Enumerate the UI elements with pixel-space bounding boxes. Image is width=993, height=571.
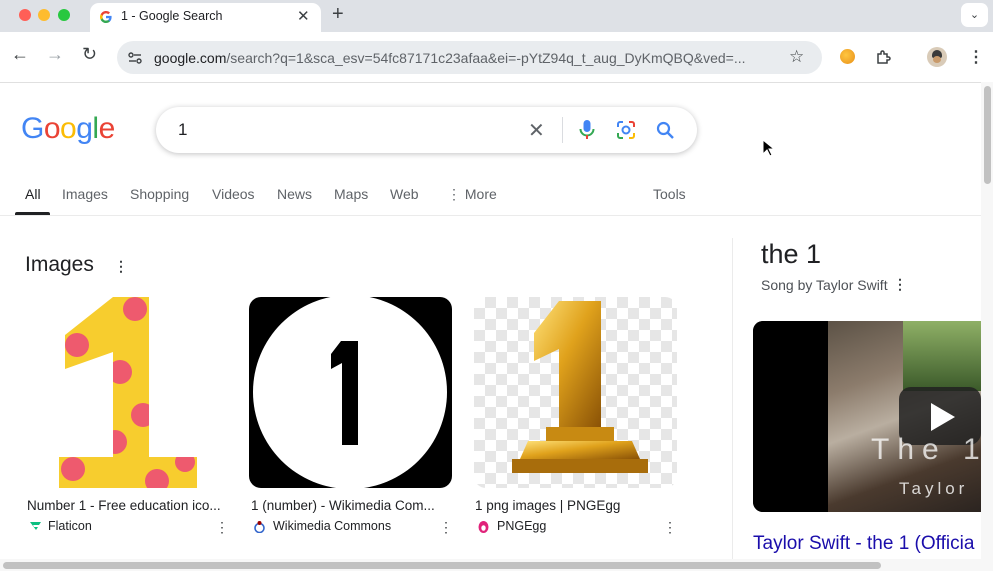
image-result-thumbnail[interactable] xyxy=(25,297,228,488)
search-input[interactable]: 1 xyxy=(178,120,187,140)
images-section-menu-icon[interactable]: ⋮ xyxy=(114,259,128,273)
wikimedia-favicon-icon xyxy=(254,521,265,533)
image-result-menu-icon[interactable]: ⋮ xyxy=(663,520,677,534)
browser-tab[interactable]: 1 - Google Search ✕ xyxy=(90,3,321,32)
google-favicon-icon xyxy=(100,11,112,23)
tab-title: 1 - Google Search xyxy=(121,9,223,23)
logo-letter: g xyxy=(76,112,93,145)
tab-shopping[interactable]: Shopping xyxy=(130,186,189,202)
horizontal-scrollbar-thumb[interactable] xyxy=(3,562,881,569)
tab-videos[interactable]: Videos xyxy=(212,186,255,202)
knowledge-panel-divider xyxy=(732,238,733,559)
tools-button[interactable]: Tools xyxy=(653,186,686,202)
close-window-button[interactable] xyxy=(19,9,31,21)
search-box[interactable]: 1 ✕ xyxy=(156,107,697,153)
url-text: google.com/search?q=1&sca_esv=54fc87171c… xyxy=(154,50,746,66)
google-lens-icon[interactable] xyxy=(616,120,636,140)
logo-letter: o xyxy=(43,112,61,145)
knowledge-panel-subtitle: Song by Taylor Swift xyxy=(761,277,888,293)
site-settings-icon[interactable] xyxy=(127,50,143,66)
circled-one-image xyxy=(253,297,447,488)
url-path: /search?q=1&sca_esv=54fc87171c23afaa&ei=… xyxy=(226,50,746,66)
back-arrow-icon[interactable]: ← xyxy=(11,44,29,65)
video-overlay-subtitle: Taylor xyxy=(899,479,969,498)
voice-search-mic-icon[interactable] xyxy=(578,119,596,141)
minimize-window-button[interactable] xyxy=(38,9,50,21)
vertical-scrollbar-thumb[interactable] xyxy=(984,86,991,184)
tab-news[interactable]: News xyxy=(277,186,312,202)
bookmark-star-icon[interactable]: ☆ xyxy=(789,47,804,67)
image-result-thumbnail[interactable] xyxy=(474,297,677,488)
reload-icon[interactable]: ↻ xyxy=(82,44,97,65)
clear-search-icon[interactable]: ✕ xyxy=(528,118,545,143)
knowledge-panel-menu-icon[interactable]: ⋮ xyxy=(893,277,907,291)
profile-avatar[interactable] xyxy=(927,47,947,67)
image-result-menu-icon[interactable]: ⋮ xyxy=(439,520,453,534)
knowledge-panel-title: the 1 xyxy=(761,239,822,269)
tab-web[interactable]: Web xyxy=(390,186,419,202)
url-domain: google.com xyxy=(154,50,227,66)
logo-letter: o xyxy=(60,112,77,145)
maximize-window-button[interactable] xyxy=(58,9,70,21)
address-bar[interactable]: google.com/search?q=1&sca_esv=54fc87171c… xyxy=(117,41,822,74)
more-kebab-icon: ⋮ xyxy=(447,186,465,202)
number-one-polka-image xyxy=(59,297,197,488)
forward-arrow-icon[interactable]: → xyxy=(46,44,64,65)
flaticon-favicon-icon xyxy=(30,522,41,530)
images-section-title: Images xyxy=(25,253,94,276)
tab-more-label: More xyxy=(464,186,497,202)
image-result-caption[interactable]: 1 (number) - Wikimedia Com... xyxy=(251,498,435,513)
video-thumbnail[interactable]: The 1 Taylor xyxy=(753,321,981,512)
header-divider xyxy=(0,215,981,216)
search-divider xyxy=(562,117,563,143)
image-result-thumbnail[interactable] xyxy=(249,297,452,488)
image-result-caption[interactable]: 1 png images | PNGEgg xyxy=(475,498,620,513)
browser-menu-icon[interactable]: ⋮ xyxy=(968,47,984,67)
browser-tab-strip: 1 - Google Search ✕ + ⌄ xyxy=(0,0,993,32)
tab-maps[interactable]: Maps xyxy=(334,186,368,202)
image-result-caption[interactable]: Number 1 - Free education ico... xyxy=(27,498,221,513)
logo-letter: e xyxy=(98,112,116,145)
image-result-menu-icon[interactable]: ⋮ xyxy=(215,520,229,534)
extensions-puzzle-icon[interactable] xyxy=(875,48,893,66)
video-overlay-title: The 1 xyxy=(871,433,981,466)
search-magnifier-icon[interactable] xyxy=(656,121,675,140)
golden-one-image xyxy=(512,301,648,473)
logo-letter: G xyxy=(21,112,44,145)
extension-orange-icon[interactable] xyxy=(840,49,855,64)
pngegg-favicon-icon xyxy=(478,521,489,533)
tab-all[interactable]: All xyxy=(25,186,41,202)
image-result-source[interactable]: Wikimedia Commons xyxy=(273,519,391,533)
image-result-source[interactable]: PNGEgg xyxy=(497,519,546,533)
new-tab-button[interactable]: + xyxy=(332,3,344,26)
video-result-link[interactable]: Taylor Swift - the 1 (Officia xyxy=(753,533,974,555)
tab-more[interactable]: ⋮ More xyxy=(447,186,497,203)
mouse-cursor-icon xyxy=(762,139,774,157)
image-result-source[interactable]: Flaticon xyxy=(48,519,92,533)
tab-images[interactable]: Images xyxy=(62,186,108,202)
google-logo[interactable]: Google xyxy=(21,112,115,146)
tab-search-chevron-icon[interactable]: ⌄ xyxy=(961,3,988,27)
tab-close-icon[interactable]: ✕ xyxy=(297,7,310,25)
